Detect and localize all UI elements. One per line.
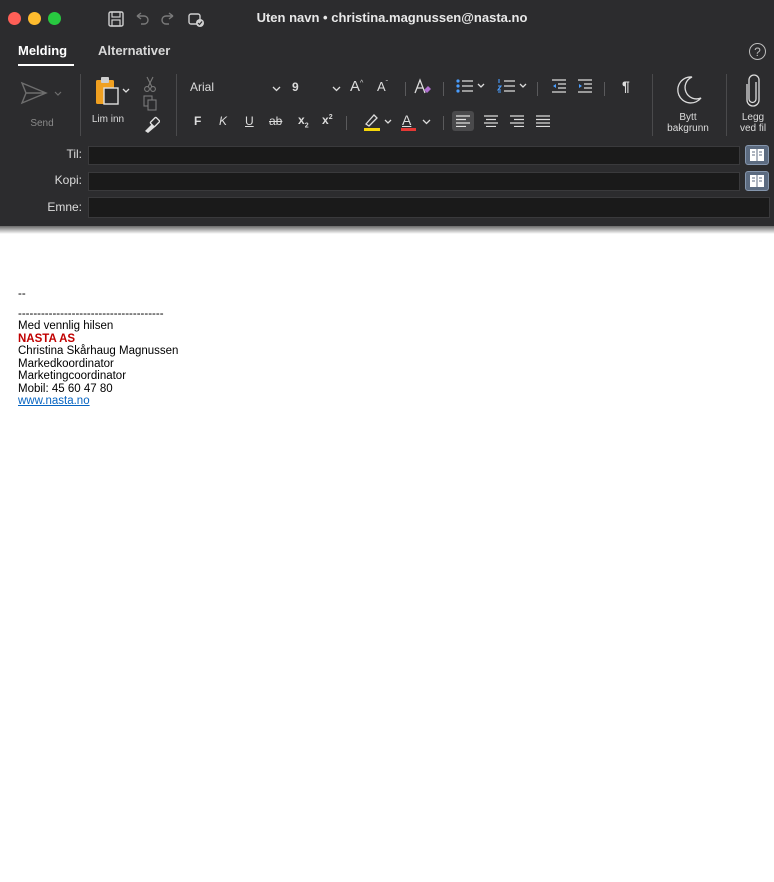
font-size-select[interactable]: 9 xyxy=(288,78,344,98)
font-name-select[interactable]: Arial xyxy=(186,78,282,98)
subscript-button[interactable]: x2 xyxy=(298,113,309,129)
align-right-icon[interactable] xyxy=(510,115,524,127)
to-address-book-button[interactable] xyxy=(745,145,769,165)
paragraph-marks-button[interactable]: ¶ xyxy=(622,78,630,94)
ribbon-divider xyxy=(537,82,538,96)
format-painter-icon[interactable] xyxy=(142,116,160,134)
strikethrough-button[interactable]: ab xyxy=(269,114,282,128)
tab-alternativer[interactable]: Alternativer xyxy=(98,43,170,58)
tab-melding[interactable]: Melding xyxy=(18,43,67,58)
font-color-swatch xyxy=(401,128,416,131)
address-fields: Til: Kopi: Emne: xyxy=(0,144,774,226)
ribbon-divider xyxy=(726,74,727,136)
ribbon-divider xyxy=(443,82,444,96)
cc-address-book-button[interactable] xyxy=(745,171,769,191)
copy-icon[interactable] xyxy=(143,95,157,111)
paste-label: Lim inn xyxy=(91,114,125,125)
decrease-indent-icon[interactable] xyxy=(551,78,567,94)
signature-title-en: Marketingcoordinator xyxy=(18,370,127,382)
send-label: Send xyxy=(30,118,54,129)
subject-label: Emne: xyxy=(47,200,82,214)
message-body[interactable]: -- -------------------------------------… xyxy=(18,288,178,408)
cc-field[interactable] xyxy=(88,172,740,191)
signature-website-link[interactable]: www.nasta.no xyxy=(18,395,178,408)
bullets-icon[interactable] xyxy=(455,78,487,94)
subject-field[interactable] xyxy=(88,197,770,218)
ribbon-tabs: Melding Alternativer ? xyxy=(0,38,774,68)
justify-icon[interactable] xyxy=(536,115,550,127)
ribbon-divider xyxy=(346,116,347,130)
help-icon[interactable]: ? xyxy=(749,43,766,60)
signature-company: NASTA AS xyxy=(18,332,76,345)
signature-separator: -------------------------------------- xyxy=(18,307,164,320)
align-left-icon xyxy=(456,115,470,127)
signature-name: Christina Skårhaug Magnussen xyxy=(18,345,179,357)
paperclip-icon xyxy=(746,74,760,107)
signature-mobile: Mobil: 45 60 47 80 xyxy=(18,382,113,395)
signature-title-no: Markedkoordinator xyxy=(18,357,114,370)
italic-button[interactable]: K xyxy=(219,114,227,128)
increase-indent-icon[interactable] xyxy=(577,78,593,94)
shrink-font-icon[interactable]: Aˇ xyxy=(377,79,388,94)
bold-button[interactable]: F xyxy=(194,114,201,128)
to-label: Til: xyxy=(66,147,82,161)
title-bar: Uten navn • christina.magnussen@nasta.no xyxy=(0,0,774,38)
font-color-button[interactable]: A xyxy=(400,112,434,132)
font-name-value: Arial xyxy=(190,80,215,94)
ribbon-divider xyxy=(604,82,605,96)
moon-icon xyxy=(677,76,702,104)
grow-font-icon[interactable]: A^ xyxy=(350,78,363,95)
change-background-label-1: Bytt xyxy=(679,112,697,123)
chevron-down-icon xyxy=(332,86,341,92)
signature-dashes: -- xyxy=(18,288,26,300)
cc-label: Kopi: xyxy=(54,173,82,187)
address-book-icon xyxy=(750,175,764,187)
font-color-label: A xyxy=(402,112,412,128)
numbering-icon[interactable] xyxy=(497,78,529,94)
ribbon: Send Lim inn Arial 9 A^ Aˇ ¶ F K U ab x2… xyxy=(0,68,774,144)
send-icon xyxy=(20,81,62,105)
signature-greeting: Med vennlig hilsen xyxy=(18,320,114,332)
change-background-label-2: bakgrunn xyxy=(667,123,709,134)
paste-button[interactable]: Lim inn xyxy=(88,74,134,136)
header-shadow xyxy=(0,226,774,234)
chevron-down-icon xyxy=(272,86,281,92)
font-size-value: 9 xyxy=(292,80,299,94)
ribbon-divider xyxy=(80,74,81,136)
subscript-label: x xyxy=(298,113,305,127)
address-book-icon xyxy=(750,149,764,161)
attach-file-label-2: ved fil xyxy=(739,123,767,134)
underline-button[interactable]: U xyxy=(245,114,254,128)
send-button[interactable]: Send xyxy=(14,74,70,136)
ribbon-divider xyxy=(652,74,653,136)
attach-file-button[interactable]: Legg ved fil xyxy=(732,72,774,138)
align-center-icon[interactable] xyxy=(484,115,498,127)
highlight-color-icon[interactable] xyxy=(363,112,395,132)
to-field[interactable] xyxy=(88,146,740,165)
paste-icon xyxy=(96,77,130,105)
align-left-button[interactable] xyxy=(452,111,474,131)
chevron-down-icon xyxy=(422,119,431,125)
change-background-button[interactable]: Bytt bakgrunn xyxy=(658,72,718,138)
ribbon-divider xyxy=(176,74,177,136)
active-tab-indicator xyxy=(18,64,74,66)
ribbon-divider xyxy=(405,82,406,96)
cut-icon[interactable] xyxy=(143,76,157,92)
clear-format-icon[interactable] xyxy=(413,78,433,96)
superscript-label: x xyxy=(322,113,329,127)
ribbon-divider xyxy=(443,116,444,130)
window-title: Uten navn • christina.magnussen@nasta.no xyxy=(256,10,528,25)
attach-file-label-1: Legg xyxy=(741,112,765,123)
superscript-button[interactable]: x2 xyxy=(322,113,333,127)
